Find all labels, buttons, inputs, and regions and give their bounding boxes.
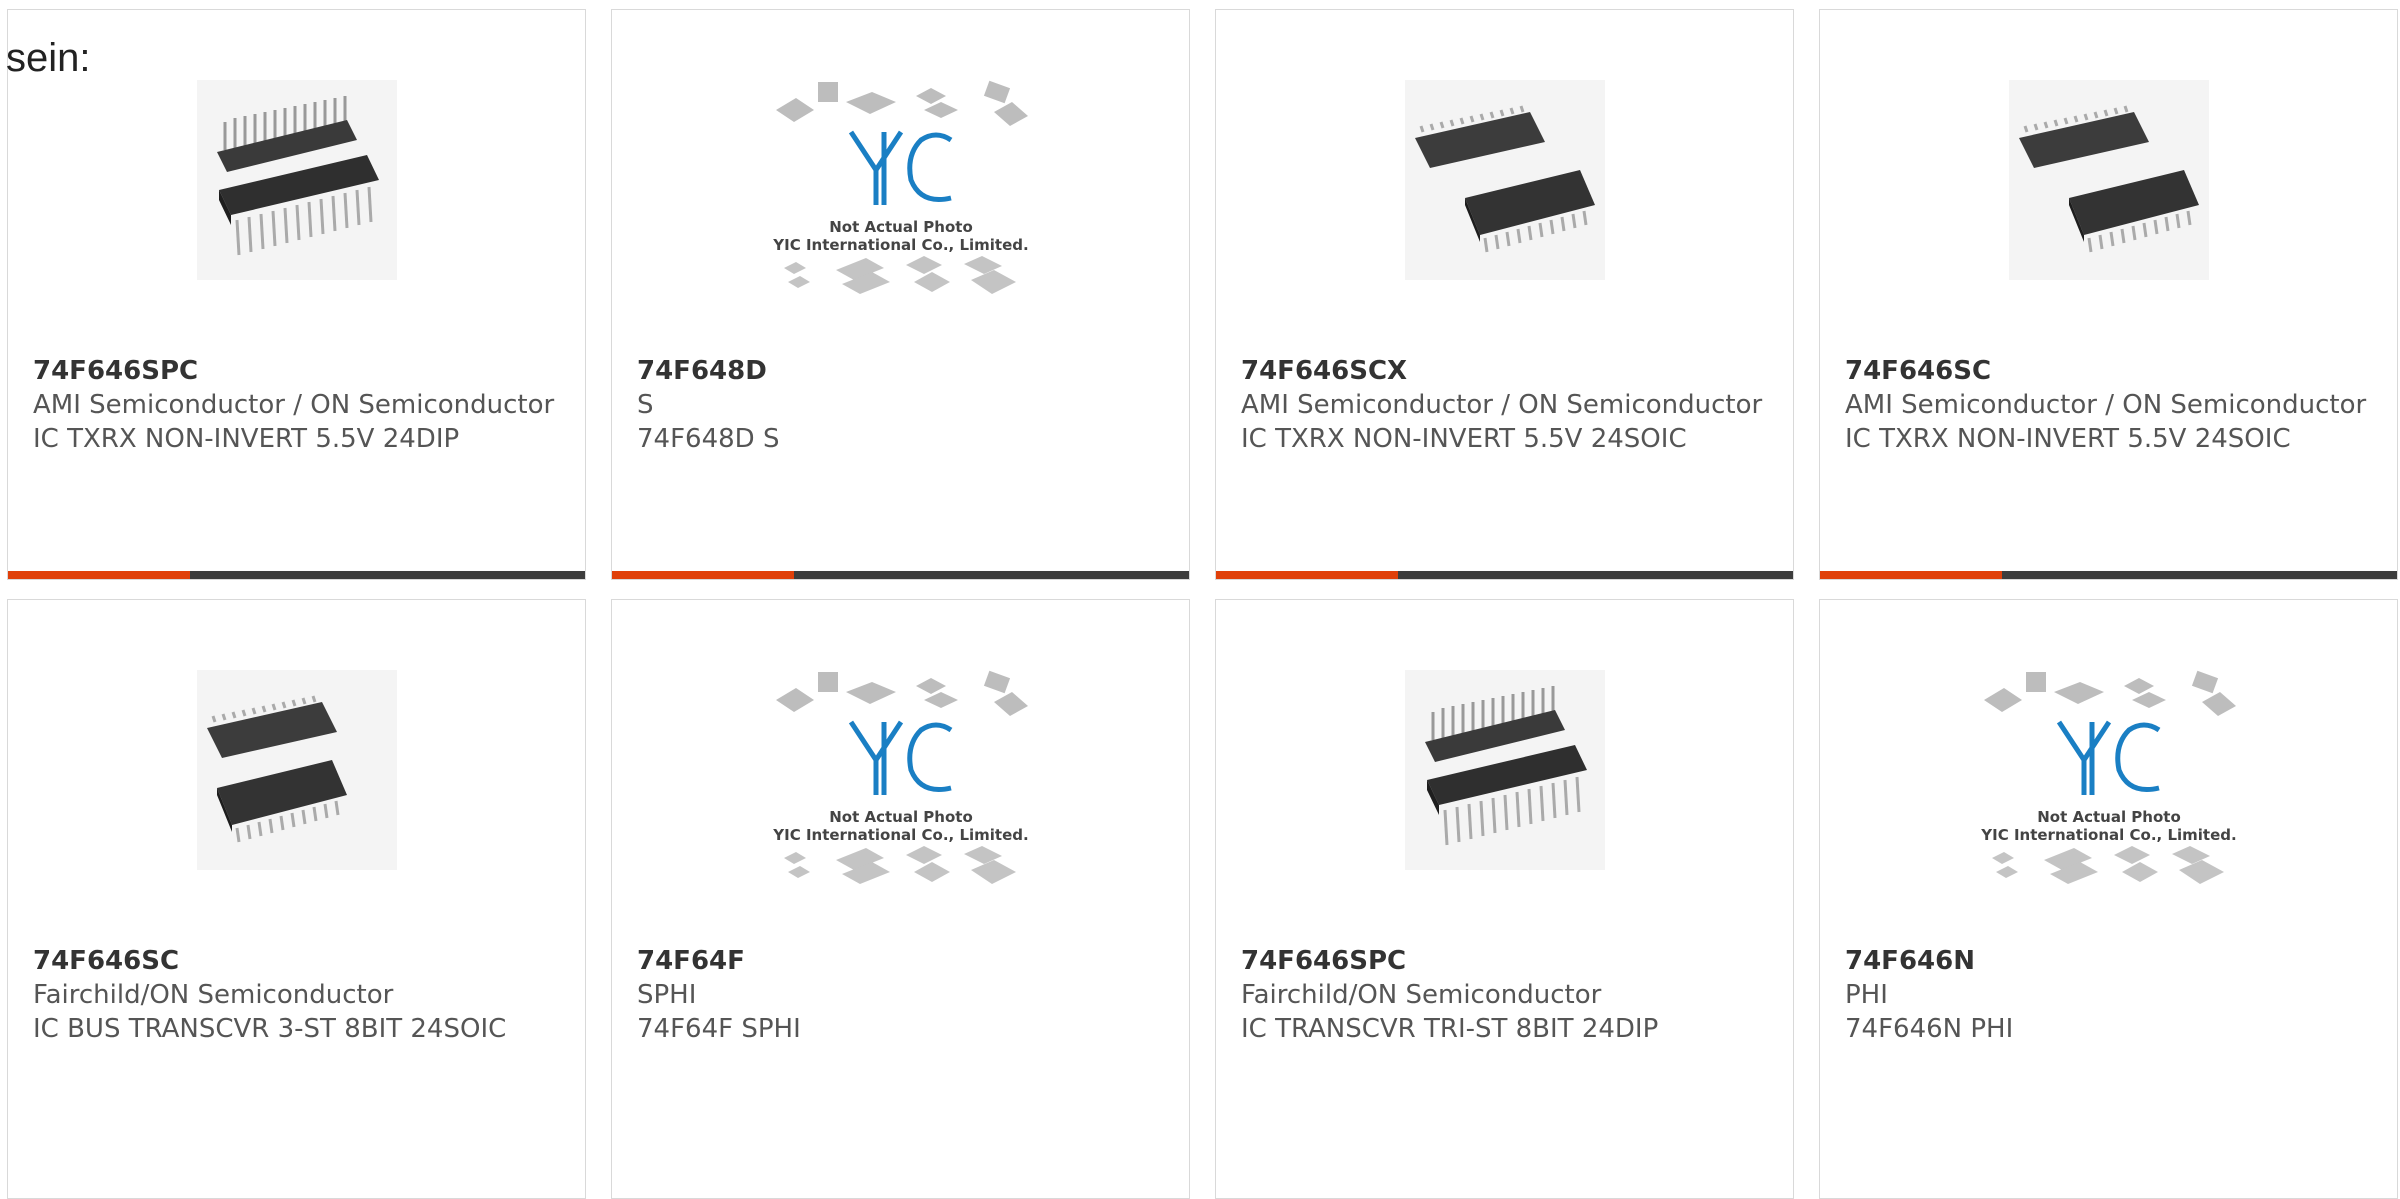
description: 74F646N PHI <box>1845 1014 2014 1044</box>
part-number[interactable]: 74F646SC <box>1845 354 2377 388</box>
product-image[interactable]: Not Actual Photo YIC International Co., … <box>612 600 1189 940</box>
dip-package-icon <box>1404 670 1605 870</box>
description: 74F64F SPHI <box>637 1014 801 1044</box>
part-number[interactable]: 74F646SC <box>33 944 565 978</box>
placeholder-line-1: Not Actual Photo <box>2037 808 2181 826</box>
manufacturer: AMI Semiconductor / ON Semiconductor <box>1241 390 1763 420</box>
placeholder-line-1: Not Actual Photo <box>829 218 973 236</box>
placeholder-line-2: YIC International Co., Limited. <box>772 826 1028 844</box>
intro-text: sein: <box>6 36 91 80</box>
product-image[interactable] <box>1216 10 1793 350</box>
card-accent-bar <box>1216 571 1793 579</box>
part-number[interactable]: 74F646N <box>1845 944 2377 978</box>
manufacturer: AMI Semiconductor / ON Semiconductor <box>33 390 555 420</box>
manufacturer: AMI Semiconductor / ON Semiconductor <box>1845 390 2367 420</box>
description: 74F648D S <box>637 424 780 454</box>
placeholder-line-2: YIC International Co., Limited. <box>1980 826 2236 844</box>
product-card[interactable]: 74F646SC Fairchild/ON Semiconductor IC B… <box>7 599 586 1199</box>
description: IC BUS TRANSCVR 3-ST 8BIT 24SOIC <box>33 1014 507 1044</box>
product-image[interactable] <box>8 600 585 940</box>
part-number[interactable]: 74F648D <box>637 354 1169 388</box>
product-card[interactable]: Not Actual Photo YIC International Co., … <box>1819 599 2398 1199</box>
part-number[interactable]: 74F646SPC <box>33 354 565 388</box>
description: IC TXRX NON-INVERT 5.5V 24DIP <box>33 424 460 454</box>
part-number[interactable]: 74F64F <box>637 944 1169 978</box>
product-image[interactable] <box>8 10 585 350</box>
placeholder-logo-icon: Not Actual Photo YIC International Co., … <box>1980 670 2236 884</box>
product-image[interactable]: Not Actual Photo YIC International Co., … <box>1820 600 2397 940</box>
description: IC TXRX NON-INVERT 5.5V 24SOIC <box>1845 424 2291 454</box>
soic-package-icon <box>1404 80 1605 280</box>
placeholder-logo-icon: Not Actual Photo YIC International Co., … <box>772 670 1028 884</box>
part-number[interactable]: 74F646SCX <box>1241 354 1773 388</box>
part-number[interactable]: 74F646SPC <box>1241 944 1773 978</box>
description: IC TXRX NON-INVERT 5.5V 24SOIC <box>1241 424 1687 454</box>
manufacturer: PHI <box>1845 980 1888 1010</box>
manufacturer: SPHI <box>637 980 697 1010</box>
product-card[interactable]: 74F646SPC Fairchild/ON Semiconductor IC … <box>1215 599 1794 1199</box>
product-card[interactable]: Not Actual Photo YIC International Co., … <box>611 599 1190 1199</box>
description: IC TRANSCVR TRI-ST 8BIT 24DIP <box>1241 1014 1659 1044</box>
placeholder-logo-icon: Not Actual Photo YIC International Co., … <box>772 80 1028 294</box>
card-accent-bar <box>612 571 1189 579</box>
product-card[interactable]: 74F646SCX AMI Semiconductor / ON Semicon… <box>1215 9 1794 580</box>
product-image[interactable]: Not Actual Photo YIC International Co., … <box>612 10 1189 350</box>
manufacturer: Fairchild/ON Semiconductor <box>33 980 394 1010</box>
placeholder-line-2: YIC International Co., Limited. <box>772 236 1028 254</box>
soic-package-icon <box>196 670 397 870</box>
manufacturer: Fairchild/ON Semiconductor <box>1241 980 1602 1010</box>
product-card[interactable]: 74F646SPC AMI Semiconductor / ON Semicon… <box>7 9 586 580</box>
card-accent-bar <box>1820 571 2397 579</box>
product-card[interactable]: Not Actual Photo YIC International Co., … <box>611 9 1190 580</box>
product-card[interactable]: 74F646SC AMI Semiconductor / ON Semicond… <box>1819 9 2398 580</box>
card-accent-bar <box>8 571 585 579</box>
dip-package-icon <box>196 80 397 280</box>
placeholder-line-1: Not Actual Photo <box>829 808 973 826</box>
manufacturer: S <box>637 390 654 420</box>
product-image[interactable] <box>1820 10 2397 350</box>
product-image[interactable] <box>1216 600 1793 940</box>
soic-package-icon <box>2008 80 2209 280</box>
